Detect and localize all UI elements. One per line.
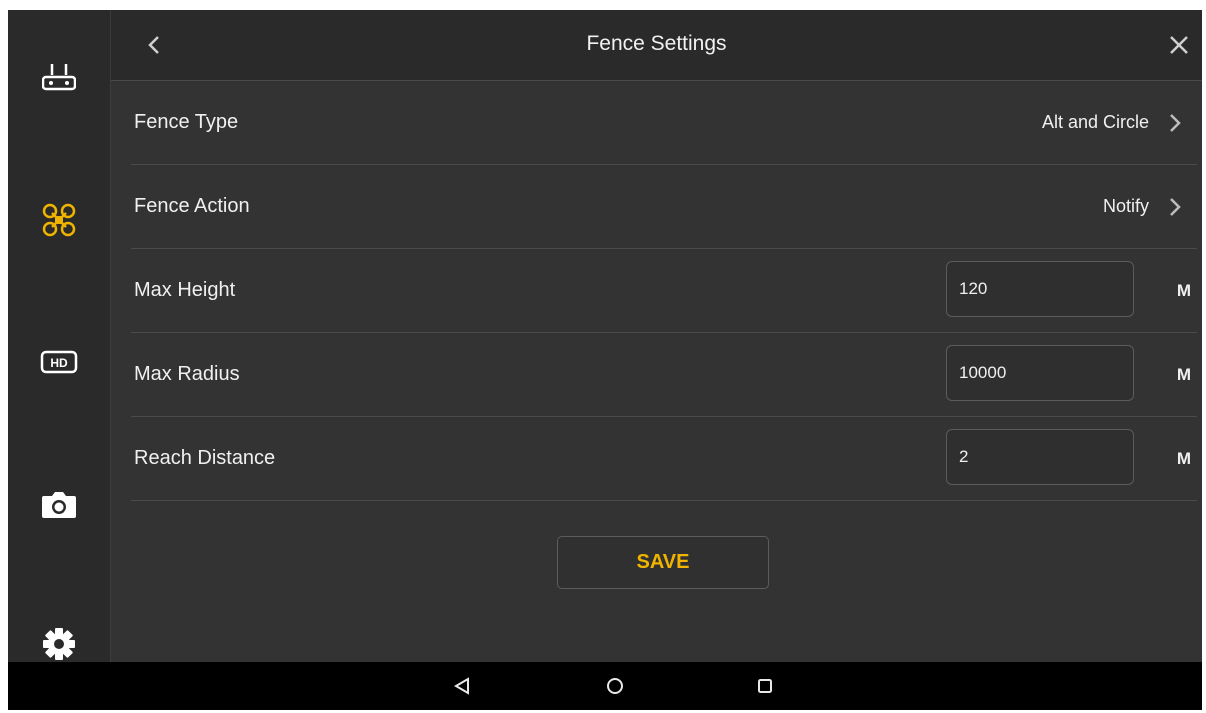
fence-type-row[interactable]: Fence Type Alt and Circle (131, 81, 1197, 165)
nav-home-icon (607, 678, 623, 694)
reach-distance-unit: M (1176, 449, 1191, 468)
sidebar: HD (8, 10, 111, 662)
svg-text:HD: HD (50, 356, 68, 370)
nav-recents-icon (758, 679, 772, 693)
fence-type-label: Fence Type (134, 111, 239, 133)
max-height-unit: M (1176, 281, 1191, 300)
sidebar-item-drone[interactable] (8, 190, 110, 250)
nav-recents-button[interactable] (748, 670, 782, 702)
max-radius-unit: M (1176, 365, 1191, 384)
nav-home-button[interactable] (598, 670, 632, 702)
reach-distance-input[interactable] (946, 429, 1134, 485)
chevron-right-icon (1170, 114, 1181, 132)
max-radius-input[interactable] (946, 345, 1134, 401)
remote-controller-icon (42, 64, 76, 91)
sidebar-item-hd[interactable]: HD (8, 332, 110, 392)
header: Fence Settings (111, 10, 1202, 81)
max-radius-label: Max Radius (134, 363, 240, 385)
close-button[interactable] (1164, 30, 1194, 60)
sidebar-item-remote[interactable] (8, 48, 110, 108)
reach-distance-label: Reach Distance (134, 447, 276, 469)
hd-icon: HD (40, 350, 78, 374)
camera-icon (42, 492, 76, 518)
app-screen: HD Fence Settings Fence Type Alt and Cir… (8, 10, 1202, 710)
max-height-row: Max Height M (131, 249, 1197, 333)
chevron-right-icon (1170, 198, 1181, 216)
nav-back-button[interactable] (445, 670, 479, 702)
fence-action-label: Fence Action (134, 195, 250, 217)
fence-action-value: Notify (1102, 196, 1149, 216)
close-icon (1170, 36, 1188, 54)
gear-icon (43, 628, 75, 660)
nav-back-icon (454, 677, 469, 695)
max-height-input[interactable] (946, 261, 1134, 317)
drone-icon (42, 203, 76, 237)
save-button[interactable]: SAVE (557, 536, 769, 589)
settings-panel: Fence Settings Fence Type Alt and Circle… (111, 10, 1202, 662)
fence-type-value: Alt and Circle (1041, 112, 1149, 132)
max-height-label: Max Height (134, 279, 236, 301)
max-radius-row: Max Radius M (131, 333, 1197, 417)
fence-action-row[interactable]: Fence Action Notify (131, 165, 1197, 249)
sidebar-item-camera[interactable] (8, 474, 110, 534)
page-title: Fence Settings (586, 32, 727, 55)
reach-distance-row: Reach Distance M (131, 417, 1197, 501)
system-nav-bar (8, 662, 1202, 710)
